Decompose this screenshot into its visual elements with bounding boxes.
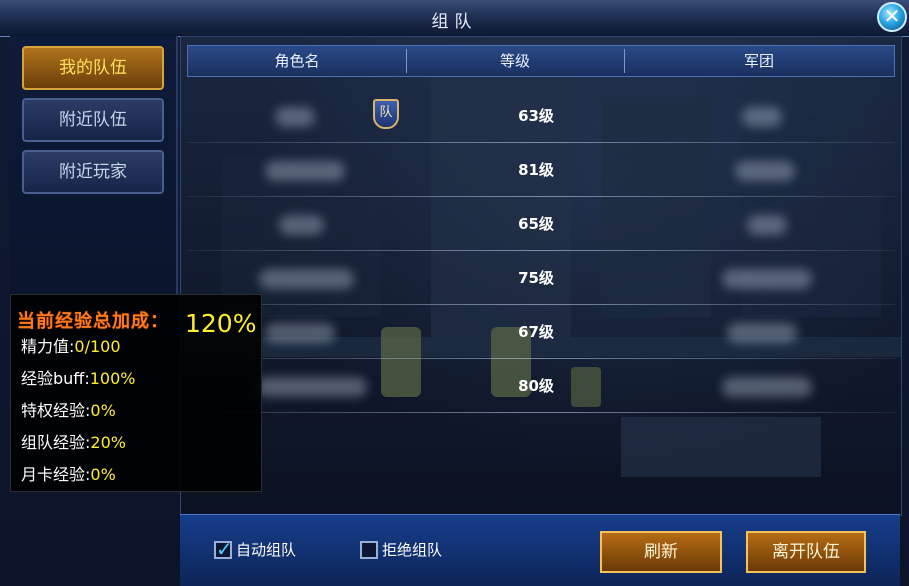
- tab-nearby-teams[interactable]: 附近队伍: [22, 98, 164, 142]
- refresh-button[interactable]: 刷新: [600, 531, 722, 573]
- exp-buff-label: 经验buff:: [21, 369, 90, 388]
- auto-team-label[interactable]: 自动组队: [236, 539, 296, 560]
- sidebar: 我的队伍 附近队伍 附近玩家: [10, 36, 178, 294]
- stamina-value: 0/100: [74, 337, 121, 356]
- title-bar: 组队: [0, 0, 909, 37]
- player-level: 80级: [518, 377, 554, 395]
- legion-name-blurred: [722, 269, 812, 289]
- refuse-team-label[interactable]: 拒绝组队: [382, 539, 442, 560]
- bottom-action-bar: 自动组队 拒绝组队 刷新 离开队伍: [180, 514, 900, 586]
- player-level: 81级: [518, 161, 554, 179]
- table-row[interactable]: 75级: [187, 251, 895, 305]
- player-name-blurred: [257, 377, 367, 397]
- close-icon[interactable]: ✕: [877, 2, 907, 32]
- player-name-blurred: [279, 215, 324, 235]
- table-row[interactable]: 67级: [187, 305, 895, 359]
- exp-buff-value: 100%: [89, 369, 136, 388]
- exp-buff-line: 经验buff:100%: [21, 365, 135, 389]
- header-level[interactable]: 等级: [406, 46, 624, 76]
- legion-name-blurred: [742, 107, 782, 127]
- table-row[interactable]: 队 63级: [187, 89, 895, 143]
- monthly-card-exp-line: 月卡经验:0%: [21, 461, 116, 485]
- row-divider: [187, 412, 895, 413]
- player-name-blurred: [259, 269, 354, 289]
- legion-name-blurred: [735, 161, 795, 181]
- team-list-panel: 角色名 等级 军团 队 63级 81级 65级 75级 67级 80级: [180, 36, 902, 516]
- player-name-blurred: [265, 323, 335, 343]
- legion-name-blurred: [727, 323, 797, 343]
- player-name-blurred: [275, 107, 315, 127]
- legion-name-blurred: [722, 377, 812, 397]
- exp-bonus-title: 当前经验总加成：: [17, 311, 169, 332]
- player-level: 67级: [518, 323, 554, 341]
- player-name-blurred: [265, 161, 345, 181]
- table-header: 角色名 等级 军团: [187, 45, 895, 77]
- exp-bonus-tooltip: 当前经验总加成： 120% 精力值:0/100 经验buff:100% 特权经验…: [10, 294, 262, 492]
- window-title: 组队: [431, 12, 478, 32]
- player-level: 75级: [518, 269, 554, 287]
- team-exp-label: 组队经验:: [21, 433, 91, 452]
- header-legion[interactable]: 军团: [624, 46, 894, 76]
- auto-team-checkbox[interactable]: [214, 537, 233, 561]
- tab-nearby-players[interactable]: 附近玩家: [22, 150, 164, 194]
- refuse-team-checkbox[interactable]: [360, 541, 378, 559]
- team-exp-value: 20%: [90, 433, 126, 452]
- privilege-exp-line: 特权经验:0%: [21, 397, 116, 421]
- privilege-exp-label: 特权经验:: [21, 401, 91, 420]
- tab-my-team[interactable]: 我的队伍: [22, 46, 164, 90]
- monthly-card-exp-value: 0%: [90, 465, 116, 484]
- table-row[interactable]: 80级: [187, 359, 895, 413]
- team-window: 组队 ✕ 我的队伍 附近队伍 附近玩家 角色名 等级 军团 队 63级 81级 …: [0, 0, 909, 586]
- exp-bonus-total: 120%: [185, 309, 257, 338]
- legion-name-blurred: [747, 215, 787, 235]
- table-row[interactable]: 65级: [187, 197, 895, 251]
- monthly-card-exp-label: 月卡经验:: [21, 465, 91, 484]
- player-level: 65级: [518, 215, 554, 233]
- team-leader-icon: 队: [373, 99, 399, 129]
- stamina-label: 精力值:: [21, 337, 75, 356]
- privilege-exp-value: 0%: [90, 401, 116, 420]
- table-row[interactable]: 81级: [187, 143, 895, 197]
- stamina-line: 精力值:0/100: [21, 333, 121, 357]
- player-level: 63级: [518, 107, 554, 125]
- header-name[interactable]: 角色名: [188, 46, 406, 76]
- team-exp-line: 组队经验:20%: [21, 429, 126, 453]
- leave-team-button[interactable]: 离开队伍: [746, 531, 866, 573]
